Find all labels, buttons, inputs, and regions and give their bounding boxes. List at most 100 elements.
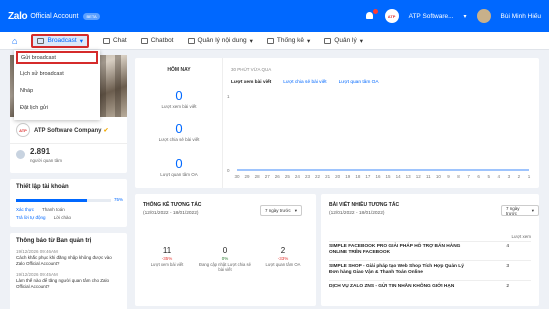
nav-chat[interactable]: Chat: [102, 37, 127, 44]
setup-progress-fill: [16, 199, 88, 202]
followers-count: 2.891: [30, 147, 51, 156]
top-posts-period-value: 7 ngày trước: [506, 205, 520, 216]
x-tick-label: 5: [487, 174, 490, 179]
chatbot-icon: [140, 37, 148, 44]
main-nav: ⌂ Broadcast ▾ Chat Chatbot Quản lý nội d…: [0, 32, 549, 50]
x-tick-label: 15: [386, 174, 392, 179]
top-posts-period-select[interactable]: 7 ngày trước ▾: [501, 205, 539, 216]
followers-icon: [16, 150, 25, 159]
x-tick-label: 8: [457, 174, 460, 179]
today-follows-value: 0: [175, 156, 183, 171]
chat-icon: [102, 37, 110, 44]
nav-chatbot[interactable]: Chatbot: [140, 37, 174, 44]
chevron-down-icon: ▾: [531, 207, 534, 213]
chevron-down-icon: ▾: [249, 37, 253, 45]
post-title: SIMPLE FACEBOOK PRO GIẢI PHÁP HỖ TRỢ BÁN…: [329, 244, 461, 255]
menu-item-schedule[interactable]: Đặt lịch gửi: [14, 99, 100, 116]
content-icon: [187, 37, 195, 44]
account-name[interactable]: ATP Software...: [409, 13, 454, 20]
setup-progress-label: 75%: [113, 197, 123, 202]
column-header-views: Lượt xem: [511, 234, 531, 239]
interaction-title: THỐNG KÊ TƯƠNG TÁC: [143, 202, 202, 208]
zalo-oa-logo[interactable]: Zalo Official Account BETA: [8, 11, 100, 22]
setup-payment-link[interactable]: Thanh toán: [42, 207, 65, 212]
menu-item-send-broadcast[interactable]: Gửi broadcast: [16, 51, 98, 64]
realtime-chart: 30 PHÚT VỪA QUA Lượt xem bài viết Lượt c…: [223, 58, 539, 188]
chart-tabs: Lượt xem bài viết Lượt chia sẻ bài viết …: [231, 80, 379, 85]
top-posts-range: (12/01/2022 - 18/01/2022): [329, 211, 385, 216]
x-tick-label: 17: [365, 174, 371, 179]
x-tick-label: 1: [528, 174, 531, 179]
setup-greeting-link[interactable]: Lời chào: [54, 215, 71, 220]
nav-broadcast[interactable]: Broadcast ▾: [31, 33, 89, 48]
home-icon[interactable]: ⌂: [12, 36, 17, 46]
x-tick-label: 30: [234, 174, 240, 179]
tab-oa-follows[interactable]: Lượt quan tâm OA: [339, 80, 379, 85]
x-tick-label: 18: [355, 174, 361, 179]
setup-line-2: Trả lời tự động Lời chào: [16, 215, 71, 220]
verified-icon: ✔: [103, 128, 109, 134]
stat-value: 2: [280, 246, 286, 255]
today-views-value: 0: [175, 88, 183, 103]
notice-text: Cách khắc phục khi đăng nhập không được …: [16, 255, 112, 266]
interaction-period-select[interactable]: 7 ngày trước ▾: [260, 205, 302, 216]
menu-item-broadcast-history[interactable]: Lịch sử broadcast: [14, 65, 100, 82]
nav-chatbot-label: Chatbot: [150, 37, 174, 44]
user-name[interactable]: Bùi Minh Hiếu: [501, 13, 541, 20]
top-posts-title: BÀI VIẾT NHIỀU TƯƠNG TÁC: [329, 202, 400, 208]
chart-header: 30 PHÚT VỪA QUA: [231, 67, 272, 72]
notices-title: Thông báo từ Ban quản trị: [16, 238, 92, 244]
today-title: HÔM NAY: [167, 67, 191, 73]
notice-item[interactable]: 19/12/2026 09:46AM Cách khắc phục khi đă…: [16, 249, 121, 267]
notice-item[interactable]: 19/12/2026 09:45AM Làm thế nào để tăng n…: [16, 272, 121, 290]
x-tick-label: 6: [477, 174, 480, 179]
post-views: 3: [506, 264, 509, 269]
x-tick-label: 12: [416, 174, 422, 179]
x-tick-label: 13: [406, 174, 412, 179]
x-tick-label: 26: [275, 174, 281, 179]
table-row[interactable]: SIMPLE SHOP - Giải pháp tạo Web Shop Tíc…: [329, 264, 531, 276]
stat-label: Lượt xem bài viết: [150, 262, 184, 267]
user-avatar[interactable]: [476, 9, 491, 23]
x-tick-label: 27: [265, 174, 271, 179]
stat-delta: -33%: [277, 256, 289, 261]
line-chart: 1030 29 28 27 26 25 24 23 22 21 20 19 18 17 16 15 14 13 12…: [227, 94, 531, 179]
account-avatar[interactable]: ATP: [384, 9, 399, 23]
nav-manage[interactable]: Quản lý ▾: [324, 37, 363, 45]
nav-stats-label: Thống kê: [276, 37, 305, 44]
oa-name-row[interactable]: ATP Software Company ✔: [34, 127, 109, 134]
y-tick-label: 0: [227, 168, 230, 173]
nav-content[interactable]: Quản lý nội dung ▾: [187, 37, 253, 45]
interaction-stat-follows: 2 -33% Lượt quan tâm OA: [255, 246, 311, 267]
menu-item-drafts[interactable]: Nháp: [14, 82, 100, 99]
x-tick-label: 16: [375, 174, 381, 179]
chevron-down-icon[interactable]: ▾: [464, 13, 467, 20]
x-tick-label: 25: [285, 174, 291, 179]
setup-verify-link[interactable]: Xác thực: [16, 207, 34, 212]
tab-post-views[interactable]: Lượt xem bài viết: [231, 80, 271, 85]
x-tick-label: 29: [245, 174, 251, 179]
tab-post-shares[interactable]: Lượt chia sẻ bài viết: [283, 80, 326, 85]
table-row[interactable]: SIMPLE FACEBOOK PRO GIẢI PHÁP HỖ TRỢ BÁN…: [329, 244, 531, 256]
today-stat-follows: 0 Lượt quan tâm OA: [135, 156, 223, 177]
setup-autoreply-link[interactable]: Trả lời tự động: [16, 215, 46, 220]
today-stats: HÔM NAY 0 Lượt xem bài viết 0 Lượt chia …: [135, 58, 223, 188]
x-tick-label: 10: [436, 174, 442, 179]
table-row[interactable]: DỊCH VỤ ZALO ZNS - GỬI TIN NHẮN KHÔNG GI…: [329, 284, 531, 290]
admin-notices-card: Thông báo từ Ban quản trị 19/12/2026 09:…: [10, 233, 127, 309]
nav-stats[interactable]: Thống kê ▾: [266, 37, 310, 45]
beta-badge: BETA: [83, 12, 100, 20]
oa-logo[interactable]: ATP: [16, 123, 30, 137]
x-tick-label: 24: [295, 174, 301, 179]
product-name: Official Account: [30, 12, 79, 20]
post-views: 4: [506, 244, 509, 249]
nav-manage-label: Quản lý: [334, 37, 357, 44]
today-stat-shares: 0 Lượt chia sẻ bài viết: [135, 121, 223, 142]
divider: [10, 143, 127, 144]
post-views: 2: [506, 284, 509, 289]
stat-label: Đang cập nhật Lượt chia sẻ bài viết: [199, 262, 251, 272]
row-divider: [329, 260, 531, 261]
bell-icon[interactable]: [365, 9, 378, 21]
stat-delta: -35%: [161, 256, 173, 261]
setup-title: Thiết lập tài khoản: [16, 184, 69, 190]
